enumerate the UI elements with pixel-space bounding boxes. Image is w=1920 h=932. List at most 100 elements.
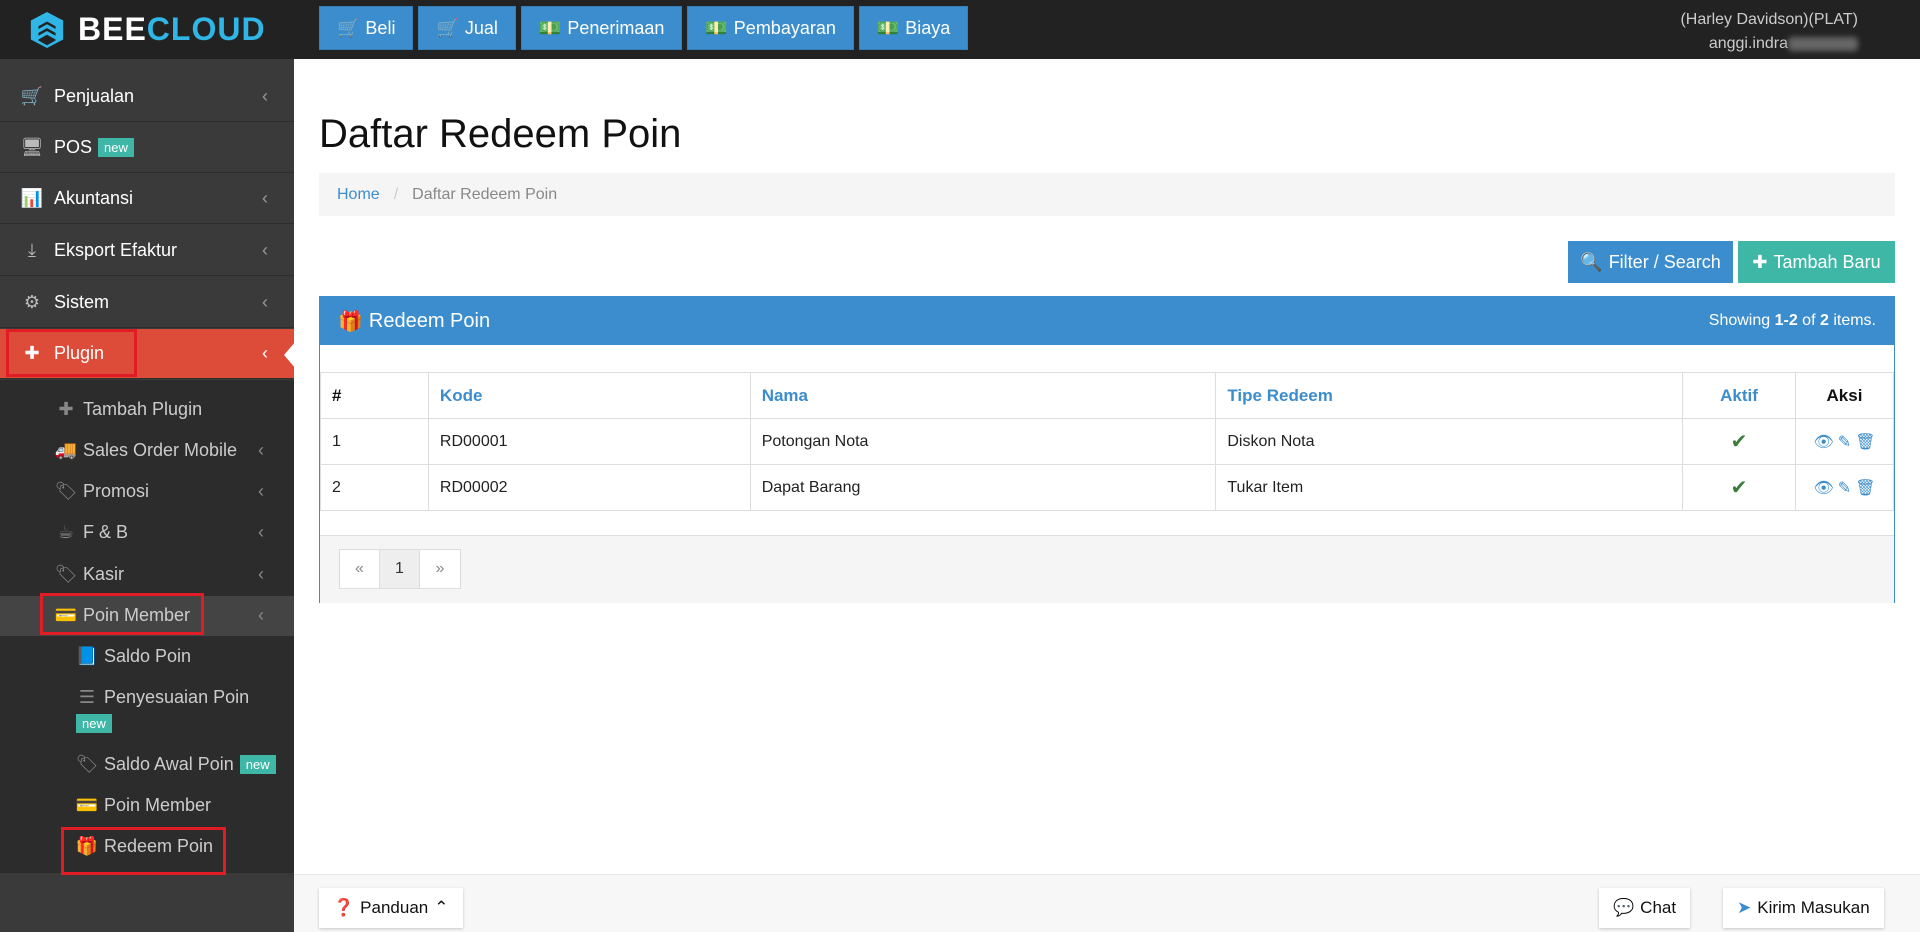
- cart-icon: 🛒: [20, 86, 44, 106]
- cell-aksi: 👁 ✎ 🗑: [1794, 418, 1895, 465]
- sidebar-item-pos[interactable]: 🖥 POS new: [0, 123, 294, 173]
- column-header-number: #: [320, 372, 429, 419]
- chat-button[interactable]: 💬 Chat: [1599, 888, 1691, 928]
- chevron-left-icon: ‹: [262, 240, 268, 260]
- tag-icon: 🏷: [75, 754, 99, 774]
- sidebar-item-eksport-efaktur[interactable]: ⤓ Eksport Efaktur ‹: [0, 226, 294, 276]
- paper-plane-icon: ➤: [1737, 898, 1752, 917]
- book-icon: 📘: [75, 646, 99, 666]
- search-icon: 🔍: [1580, 251, 1603, 272]
- receipt-button[interactable]: 💵 Penerimaan: [520, 6, 683, 50]
- column-header-nama[interactable]: Nama: [749, 372, 1217, 419]
- cell-kode: RD00001: [427, 418, 751, 465]
- sell-button[interactable]: 🛒 Jual: [418, 6, 516, 50]
- chevron-left-icon: ‹: [258, 605, 264, 625]
- cell-aktif: ✔: [1682, 418, 1796, 465]
- cell-kode: RD00002: [427, 464, 751, 511]
- money-icon: 💵: [876, 17, 900, 38]
- money-icon: 💵: [538, 17, 562, 38]
- highlight-box-plugin: [6, 329, 137, 377]
- delete-icon[interactable]: 🗑: [1855, 432, 1875, 452]
- cell-number: 1: [320, 418, 429, 465]
- submenu-penyesuaian-poin[interactable]: ☰ Penyesuaian Poin: [76, 687, 249, 708]
- user-name: anggi.indra: [1680, 32, 1858, 56]
- tags-icon: 🏷: [54, 481, 78, 501]
- table-row: 2 RD00002 Dapat Barang Tukar Item ✔ 👁 ✎ …: [320, 464, 1895, 511]
- cell-nama: Dapat Barang: [749, 464, 1217, 511]
- breadcrumb: Home / Daftar Redeem Poin: [319, 173, 1895, 216]
- chat-icon: 💬: [1613, 898, 1635, 917]
- submenu-saldo-poin[interactable]: 📘 Saldo Poin: [76, 646, 191, 667]
- bar-chart-icon: 📊: [20, 188, 44, 208]
- column-header-aktif[interactable]: Aktif: [1682, 372, 1796, 419]
- page-title: Daftar Redeem Poin: [319, 112, 682, 156]
- sidebar-item-penjualan[interactable]: 🛒 Penjualan ‹: [0, 72, 294, 122]
- breadcrumb-separator: /: [393, 185, 399, 203]
- submenu-promosi[interactable]: 🏷 Promosi ‹: [55, 481, 294, 502]
- delete-icon[interactable]: 🗑: [1855, 478, 1875, 498]
- edit-icon[interactable]: ✎: [1838, 432, 1851, 452]
- view-icon[interactable]: 👁: [1813, 478, 1833, 498]
- new-badge: new: [76, 714, 112, 733]
- add-new-button[interactable]: ✚ Tambah Baru: [1738, 241, 1895, 283]
- plus-icon: ✚: [58, 399, 74, 419]
- highlight-box-redeem-poin: [61, 827, 226, 875]
- submenu-saldo-awal-poin[interactable]: 🏷 Saldo Awal Poin new: [76, 754, 276, 775]
- brand-name: BEECLOUD: [78, 11, 266, 47]
- panel-title: Redeem Poin: [368, 309, 491, 332]
- plus-icon: ✚: [1752, 251, 1768, 272]
- submenu-sales-order-mobile[interactable]: 🚚 Sales Order Mobile ‹: [55, 440, 294, 461]
- check-icon: ✔: [1730, 431, 1748, 453]
- check-icon: ✔: [1730, 477, 1748, 499]
- expense-button[interactable]: 💵 Biaya: [858, 6, 969, 50]
- pagination: « 1 »: [339, 549, 461, 589]
- column-header-tipe-redeem[interactable]: Tipe Redeem: [1215, 372, 1684, 419]
- pagination-page-1[interactable]: 1: [380, 550, 420, 588]
- filter-search-button[interactable]: 🔍 Filter / Search: [1568, 241, 1733, 283]
- redeem-poin-panel: 🎁 Redeem Poin Showing 1-2 of 2 items. # K…: [319, 296, 1895, 603]
- submenu-kasir[interactable]: 🏷 Kasir ‹: [55, 564, 294, 585]
- pagination-prev[interactable]: «: [340, 550, 380, 588]
- submenu-fnb[interactable]: ☕ F & B ‹: [55, 522, 294, 543]
- chevron-left-icon: ‹: [262, 86, 268, 106]
- column-header-kode[interactable]: Kode: [427, 372, 751, 419]
- chevron-left-icon: ‹: [258, 564, 264, 584]
- panel-header: 🎁 Redeem Poin Showing 1-2 of 2 items.: [320, 297, 1894, 345]
- cell-aksi: 👁 ✎ 🗑: [1794, 464, 1895, 511]
- question-icon: ❓: [333, 898, 355, 917]
- buy-button[interactable]: 🛒 Beli: [319, 6, 414, 50]
- edit-icon[interactable]: ✎: [1838, 478, 1851, 498]
- breadcrumb-current: Daftar Redeem Poin: [412, 185, 558, 203]
- pagination-next[interactable]: »: [420, 550, 460, 588]
- user-menu[interactable]: (Harley Davidson)(PLAT) anggi.indra: [1680, 8, 1858, 56]
- gift-icon: 🎁: [338, 310, 363, 333]
- sidebar-item-sistem[interactable]: ⚙ Sistem ‹: [0, 278, 294, 328]
- quick-actions: 🛒 Beli 🛒 Jual 💵 Penerimaan 💵 Pembayaran 💵 Bia…: [319, 6, 969, 50]
- highlight-box-poin-member: [40, 593, 204, 635]
- chevron-up-icon: ⌃: [434, 898, 449, 917]
- view-icon[interactable]: 👁: [1813, 432, 1833, 452]
- logo[interactable]: BEECLOUD: [0, 0, 294, 59]
- chevron-left-icon: ‹: [258, 522, 264, 542]
- beecloud-logo-icon: [30, 11, 64, 48]
- sidebar-item-akuntansi[interactable]: 📊 Akuntansi ‹: [0, 174, 294, 224]
- column-header-aksi: Aksi: [1794, 372, 1895, 419]
- cell-tipe-redeem: Tukar Item: [1215, 464, 1684, 511]
- chevron-left-icon: ‹: [262, 188, 268, 208]
- export-icon: ⤓: [28, 240, 36, 260]
- active-indicator: [284, 341, 296, 369]
- breadcrumb-home-link[interactable]: Home: [337, 186, 380, 204]
- redacted-email: [1788, 36, 1858, 51]
- submenu-poin-member-detail[interactable]: 💳 Poin Member: [76, 795, 211, 816]
- cell-number: 2: [320, 464, 429, 511]
- send-feedback-button[interactable]: ➤ Kirim Masukan: [1723, 888, 1884, 928]
- payment-button[interactable]: 💵 Pembayaran: [687, 6, 854, 50]
- items-summary: Showing 1-2 of 2 items.: [1708, 312, 1876, 329]
- chevron-left-icon: ‹: [262, 343, 268, 363]
- top-bar: BEECLOUD 🛒 Beli 🛒 Jual 💵 Penerimaan 💵 Pembay…: [0, 0, 1920, 59]
- card-icon: 💳: [75, 795, 99, 815]
- submenu-tambah-plugin[interactable]: ✚ Tambah Plugin: [55, 399, 202, 420]
- gears-icon: ⚙: [23, 292, 41, 312]
- new-badge: new: [239, 755, 276, 774]
- guide-button[interactable]: ❓ Panduan ⌃: [319, 888, 463, 928]
